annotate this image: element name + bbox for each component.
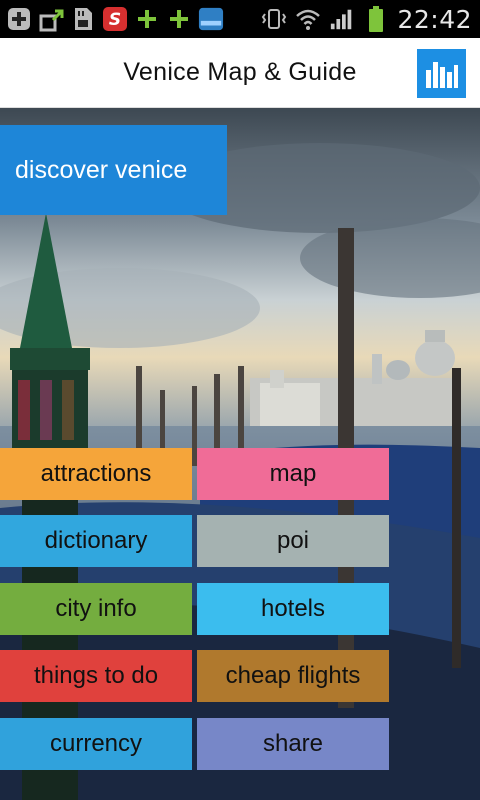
things-to-do-button[interactable]: things to do xyxy=(0,650,192,702)
plus-icon xyxy=(134,6,160,32)
share-button[interactable]: share xyxy=(197,718,389,770)
clock: 22:42 xyxy=(397,4,472,34)
cheap-flights-button[interactable]: cheap flights xyxy=(197,650,389,702)
notification-icons: S xyxy=(6,4,224,34)
add-icon xyxy=(6,6,32,32)
status-bar: S 22:42 xyxy=(0,0,480,38)
app-title: Venice Map & Guide xyxy=(123,58,357,86)
bar-chart-icon xyxy=(425,61,458,88)
action-bar: Venice Map & Guide xyxy=(0,38,480,108)
hotels-button[interactable]: hotels xyxy=(197,583,389,635)
system-icons: 22:42 xyxy=(261,0,472,38)
discover-venice-button[interactable]: discover venice xyxy=(0,125,227,215)
svg-text:S: S xyxy=(109,10,121,30)
stats-button[interactable] xyxy=(417,49,466,98)
sd-card-icon xyxy=(70,6,96,32)
map-button[interactable]: map xyxy=(197,448,389,500)
battery-icon xyxy=(363,6,389,32)
weather-app-icon xyxy=(198,6,224,32)
wifi-icon xyxy=(295,6,321,32)
vibrate-icon xyxy=(261,6,287,32)
poi-button[interactable]: poi xyxy=(197,515,389,567)
city-info-button[interactable]: city info xyxy=(0,583,192,635)
plus-icon xyxy=(166,6,192,32)
attractions-button[interactable]: attractions xyxy=(0,448,192,500)
currency-button[interactable]: currency xyxy=(0,718,192,770)
upload-icon xyxy=(38,6,64,32)
signal-icon xyxy=(329,6,355,32)
s-app-icon: S xyxy=(102,6,128,32)
dictionary-button[interactable]: dictionary xyxy=(0,515,192,567)
